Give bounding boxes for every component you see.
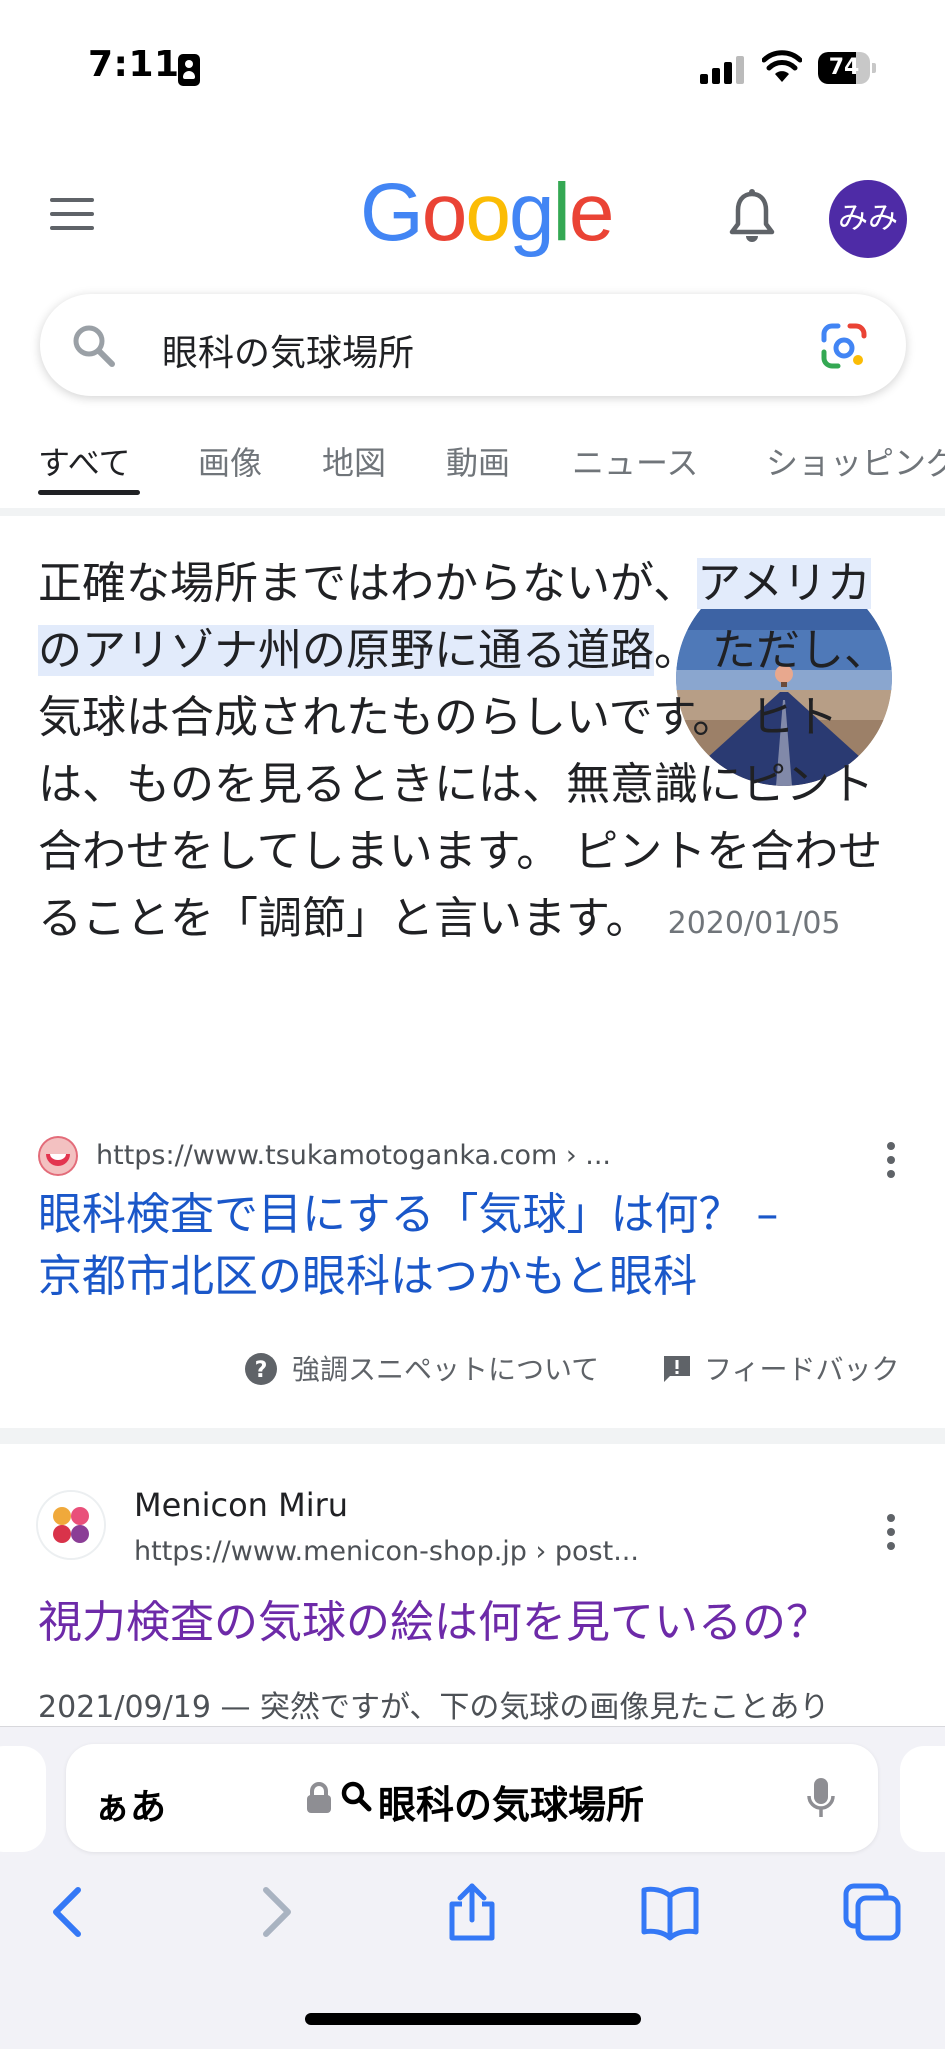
- tsukamoto-favicon: [38, 1136, 78, 1176]
- tab-maps[interactable]: 地図: [322, 438, 386, 484]
- more-options-icon[interactable]: [887, 1514, 895, 1550]
- status-time: 7:11: [88, 44, 180, 85]
- svg-text:?: ?: [255, 1358, 268, 1383]
- tab-all[interactable]: すべて: [38, 438, 130, 484]
- bookmarks-icon[interactable]: [640, 1882, 700, 1942]
- divider: [0, 508, 945, 516]
- tab-news[interactable]: ニュース: [572, 438, 698, 484]
- forward-icon[interactable]: [244, 1882, 304, 1942]
- result-snippet-text: — 突然ですが、下の気球の画像見たことあり: [220, 1690, 830, 1725]
- title-line[interactable]: 京都市北区の眼科はつかもと眼科: [38, 1246, 918, 1308]
- tab-shopping[interactable]: ショッピング: [766, 438, 945, 484]
- logo-letter: l: [552, 167, 571, 258]
- result-site-name[interactable]: Menicon Miru: [134, 1486, 348, 1524]
- battery-level: 74: [828, 55, 860, 80]
- feedback-icon: [664, 1356, 690, 1382]
- lock-icon: [307, 1782, 331, 1813]
- menicon-favicon: [38, 1492, 104, 1558]
- about-snippets-link[interactable]: 強調スニペットについて: [292, 1348, 599, 1388]
- cellular-signal-icon: [700, 52, 746, 84]
- source-url[interactable]: https://www.tsukamotoganka.com › ...: [96, 1140, 611, 1171]
- microphone-icon[interactable]: [806, 1776, 836, 1820]
- tab-videos[interactable]: 動画: [446, 438, 510, 484]
- search-icon: [341, 1781, 372, 1812]
- account-avatar[interactable]: みみ: [829, 180, 907, 258]
- tabs-icon[interactable]: [842, 1882, 902, 1942]
- logo-letter: G: [360, 167, 424, 258]
- source-row[interactable]: https://www.tsukamotoganka.com › ...: [38, 1136, 908, 1176]
- featured-result-title[interactable]: 眼科検査で目にする「気球」は何？ – 京都市北区の眼科はつかもと眼科: [38, 1184, 918, 1308]
- section-divider: [0, 1428, 945, 1444]
- snippet-date: 2020/01/05: [667, 906, 841, 941]
- logo-letter: e: [568, 167, 615, 258]
- tab-images[interactable]: 画像: [198, 438, 262, 484]
- logo-letter: o: [465, 167, 511, 258]
- notifications-bell-icon[interactable]: [726, 188, 778, 244]
- address-bar[interactable]: ぁあ 眼科の気球場所: [66, 1744, 878, 1852]
- search-box[interactable]: 眼科の気球場所: [40, 294, 906, 396]
- result-url[interactable]: https://www.menicon-shop.jp › post...: [134, 1536, 639, 1567]
- featured-snippet-text: 正確な場所まではわからないが、アメリカのアリゾナ州の原野に通る道路。 ただし、気…: [38, 550, 908, 957]
- help-icon: ?: [245, 1353, 277, 1385]
- result-date: 2021/09/19: [38, 1690, 211, 1725]
- google-logo[interactable]: Google: [360, 172, 614, 254]
- battery-icon: 74: [818, 52, 876, 84]
- google-lens-icon[interactable]: [820, 322, 868, 370]
- address-text[interactable]: 眼科の気球場所: [378, 1774, 644, 1829]
- snippet-text-part: 正確な場所まではわからないが、: [38, 558, 698, 609]
- page-settings-button[interactable]: ぁあ: [94, 1778, 166, 1830]
- active-tab-indicator: [38, 490, 140, 495]
- focus-person-icon: [178, 54, 200, 86]
- more-options-icon[interactable]: [887, 1142, 895, 1178]
- logo-letter: g: [509, 167, 555, 258]
- feedback-link[interactable]: フィードバック: [704, 1348, 899, 1388]
- logo-letter: o: [421, 167, 468, 258]
- share-icon[interactable]: [442, 1882, 502, 1942]
- search-input[interactable]: 眼科の気球場所: [162, 324, 414, 376]
- next-tab-preview[interactable]: [900, 1746, 945, 1852]
- home-indicator: [305, 2013, 641, 2025]
- result-title[interactable]: 視力検査の気球の絵は何を見ているの？: [38, 1592, 830, 1654]
- title-line[interactable]: 眼科検査で目にする「気球」は何？ –: [38, 1184, 918, 1246]
- back-icon[interactable]: [40, 1882, 100, 1942]
- result-snippet: 2021/09/19 — 突然ですが、下の気球の画像見たことあり: [38, 1682, 829, 1726]
- previous-tab-preview[interactable]: [0, 1746, 46, 1852]
- wifi-icon: [762, 50, 802, 82]
- menu-icon[interactable]: [50, 198, 94, 232]
- search-icon: [73, 325, 115, 367]
